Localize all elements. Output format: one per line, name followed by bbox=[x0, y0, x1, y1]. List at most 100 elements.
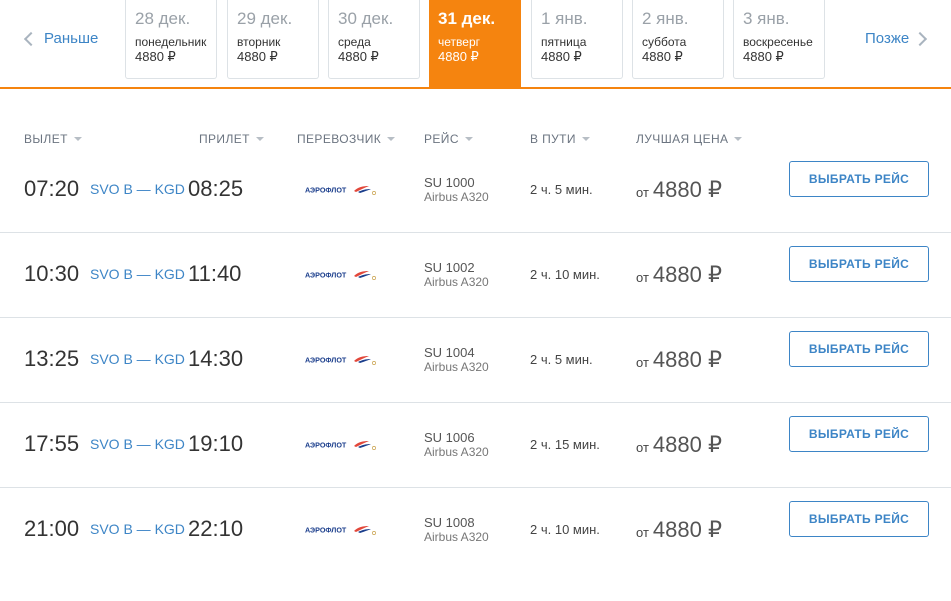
arrival-time: 11:40 bbox=[188, 261, 242, 286]
flight-number: SU 1000 bbox=[424, 175, 475, 190]
flight-duration: 2 ч. 5 мин. bbox=[530, 182, 593, 197]
aircraft-type: Airbus A320 bbox=[424, 445, 489, 459]
flight-info: SU 1004 Airbus A320 bbox=[424, 345, 489, 375]
flight-info: SU 1002 Airbus A320 bbox=[424, 260, 489, 290]
sort-duration[interactable]: В ПУТИ bbox=[530, 132, 590, 146]
select-flight-button[interactable]: ВЫБРАТЬ РЕЙС bbox=[789, 501, 929, 537]
date-tab-date: 3 янв. bbox=[743, 9, 790, 28]
select-flight-button[interactable]: ВЫБРАТЬ РЕЙС bbox=[789, 246, 929, 282]
sort-flight-label: РЕЙС bbox=[424, 132, 459, 146]
chevron-right-icon bbox=[913, 31, 928, 46]
departure-time: 07:20 bbox=[24, 176, 80, 201]
sort-caret-icon bbox=[464, 137, 473, 141]
price-value: 4880 ₽ bbox=[652, 432, 722, 457]
price-block: от 4880 ₽ bbox=[636, 432, 722, 458]
later-dates-link[interactable]: Позже bbox=[865, 30, 928, 47]
sort-carrier-label: ПЕРЕВОЗЧИК bbox=[297, 132, 382, 146]
flight-number: SU 1006 bbox=[424, 430, 475, 445]
date-tab-1[interactable]: 29 дек. вторник 4880 ₽ bbox=[227, 0, 319, 79]
date-tab-date: 30 дек. bbox=[338, 9, 394, 28]
price-value: 4880 ₽ bbox=[652, 177, 722, 202]
sort-departure-label: ВЫЛЕТ bbox=[24, 132, 68, 146]
sort-duration-label: В ПУТИ bbox=[530, 132, 576, 146]
sort-carrier[interactable]: ПЕРЕВОЗЧИК bbox=[297, 132, 396, 146]
flight-info: SU 1000 Airbus A320 bbox=[424, 175, 489, 205]
aircraft-type: Airbus A320 bbox=[424, 360, 489, 374]
earlier-label: Раньше bbox=[44, 30, 99, 47]
flight-duration: 2 ч. 15 мин. bbox=[530, 437, 600, 452]
arrival-time: 14:30 bbox=[188, 346, 244, 371]
aircraft-type: Airbus A320 bbox=[424, 190, 489, 204]
row-divider bbox=[0, 402, 951, 403]
flight-duration: 2 ч. 5 мин. bbox=[530, 352, 593, 367]
svg-text:АЭРОФЛОТ: АЭРОФЛОТ bbox=[305, 441, 347, 450]
sort-caret-icon bbox=[255, 137, 264, 141]
sort-best-price-label: ЛУЧШАЯ ЦЕНА bbox=[636, 132, 729, 146]
route-airports: SVO B — KGD bbox=[90, 351, 185, 367]
date-tab-date: 1 янв. bbox=[541, 9, 588, 28]
aeroflot-logo: АЭРОФЛОТ bbox=[305, 441, 376, 450]
date-tab-price: 4880 ₽ bbox=[135, 49, 176, 64]
sort-best-price[interactable]: ЛУЧШАЯ ЦЕНА bbox=[636, 132, 743, 146]
date-tab-weekday: четверг bbox=[438, 35, 480, 49]
price-block: от 4880 ₽ bbox=[636, 262, 722, 288]
select-flight-button[interactable]: ВЫБРАТЬ РЕЙС bbox=[789, 416, 929, 452]
date-tab-weekday: вторник bbox=[237, 35, 281, 49]
sort-caret-icon bbox=[581, 137, 590, 141]
flight-info: SU 1006 Airbus A320 bbox=[424, 430, 489, 460]
date-tab-date: 29 дек. bbox=[237, 9, 293, 28]
price-from-label: от bbox=[636, 185, 649, 200]
date-tab-weekday: пятница bbox=[541, 35, 587, 49]
route-airports: SVO B — KGD bbox=[90, 436, 185, 452]
arrival-time: 22:10 bbox=[188, 516, 244, 541]
earlier-dates-link[interactable]: Раньше bbox=[23, 30, 99, 47]
row-divider bbox=[0, 232, 951, 233]
flight-duration: 2 ч. 10 мин. bbox=[530, 522, 600, 537]
select-flight-button[interactable]: ВЫБРАТЬ РЕЙС bbox=[789, 161, 929, 197]
sort-caret-icon bbox=[73, 137, 82, 141]
flight-number: SU 1002 bbox=[424, 260, 475, 275]
svg-text:АЭРОФЛОТ: АЭРОФЛОТ bbox=[305, 186, 347, 195]
date-tab-date: 2 янв. bbox=[642, 9, 689, 28]
date-tab-date: 31 дек. bbox=[438, 9, 496, 28]
sort-caret-icon bbox=[387, 137, 396, 141]
date-tab-weekday: воскресенье bbox=[743, 35, 813, 49]
aeroflot-logo: АЭРОФЛОТ bbox=[305, 526, 376, 535]
svg-text:АЭРОФЛОТ: АЭРОФЛОТ bbox=[305, 356, 347, 365]
route-airports: SVO B — KGD bbox=[90, 266, 185, 282]
date-tab-weekday: понедельник bbox=[135, 35, 207, 49]
arrival-time: 08:25 bbox=[188, 176, 244, 201]
sort-arrival[interactable]: ПРИЛЕТ bbox=[199, 132, 264, 146]
date-tab-date: 28 дек. bbox=[135, 9, 191, 28]
date-tab-6[interactable]: 3 янв. воскресенье 4880 ₽ bbox=[733, 0, 825, 79]
svg-text:АЭРОФЛОТ: АЭРОФЛОТ bbox=[305, 526, 347, 535]
flight-duration: 2 ч. 10 мин. bbox=[530, 267, 600, 282]
select-flight-button[interactable]: ВЫБРАТЬ РЕЙС bbox=[789, 331, 929, 367]
sort-caret-icon bbox=[734, 137, 743, 141]
date-tab-4[interactable]: 1 янв. пятница 4880 ₽ bbox=[531, 0, 623, 79]
row-divider bbox=[0, 487, 951, 488]
date-tab-5[interactable]: 2 янв. суббота 4880 ₽ bbox=[632, 0, 724, 79]
date-tab-0[interactable]: 28 дек. понедельник 4880 ₽ bbox=[125, 0, 217, 79]
aircraft-type: Airbus A320 bbox=[424, 530, 489, 544]
price-from-label: от bbox=[636, 355, 649, 370]
aircraft-type: Airbus A320 bbox=[424, 275, 489, 289]
price-from-label: от bbox=[636, 440, 649, 455]
date-tab-2[interactable]: 30 дек. среда 4880 ₽ bbox=[328, 0, 420, 79]
svg-text:АЭРОФЛОТ: АЭРОФЛОТ bbox=[305, 271, 347, 280]
flight-info: SU 1008 Airbus A320 bbox=[424, 516, 489, 545]
price-value: 4880 ₽ bbox=[652, 262, 722, 287]
sort-flight[interactable]: РЕЙС bbox=[424, 132, 473, 146]
price-from-label: от bbox=[636, 270, 649, 285]
route-airports: SVO B — KGD bbox=[90, 521, 185, 537]
date-tab-3-selected[interactable]: 31 дек. четверг 4880 ₽ bbox=[429, 0, 521, 89]
date-tab-price: 4880 ₽ bbox=[338, 49, 379, 64]
flight-number: SU 1004 bbox=[424, 345, 475, 360]
sort-departure[interactable]: ВЫЛЕТ bbox=[24, 132, 82, 146]
price-block: от 4880 ₽ bbox=[636, 517, 722, 543]
date-tab-price: 4880 ₽ bbox=[541, 49, 582, 64]
departure-time: 10:30 bbox=[24, 261, 80, 286]
date-tab-price: 4880 ₽ bbox=[438, 49, 479, 64]
route-airports: SVO B — KGD bbox=[90, 181, 185, 197]
date-strip: Раньше 28 дек. понедельник 4880 ₽ 29 дек… bbox=[0, 0, 951, 89]
